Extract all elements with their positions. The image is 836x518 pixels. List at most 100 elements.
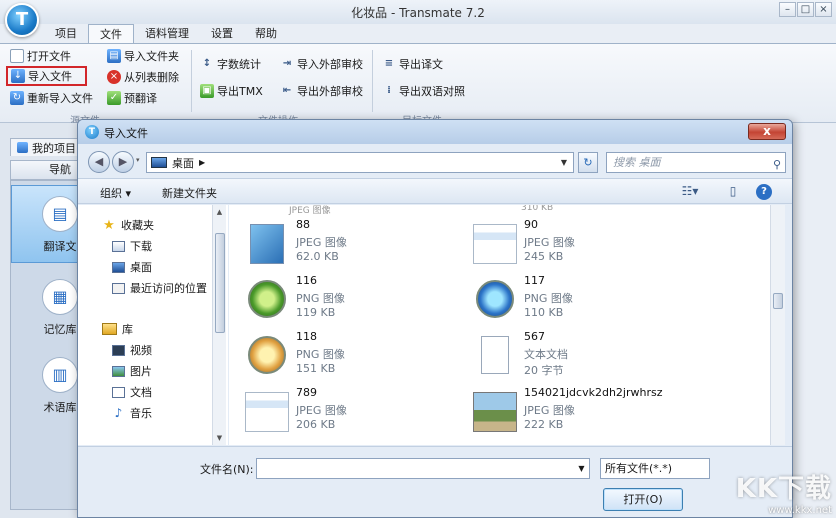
file-item[interactable]: 116 PNG 图像 119 KB (245, 274, 475, 328)
back-button[interactable]: ◀ (88, 151, 110, 173)
tab-project[interactable]: 项目 (44, 24, 88, 44)
tree-scroll-thumb[interactable] (215, 233, 225, 333)
image-thumbnail (473, 224, 517, 264)
export-translation-label: 导出译文 (399, 58, 443, 71)
export-external-review-button[interactable]: ⇤ 导出外部审校 (280, 83, 363, 99)
menu-tabs: 项目 文件 语料管理 设置 帮助 (44, 24, 288, 44)
file-item[interactable]: 118 PNG 图像 151 KB (245, 330, 475, 384)
downloads-icon (112, 240, 125, 252)
tab-settings[interactable]: 设置 (200, 24, 244, 44)
back-arrow-icon: ◀ (94, 155, 104, 168)
refresh-button[interactable]: ↻ (578, 152, 598, 173)
import-external-review-button[interactable]: ⇥ 导入外部审校 (280, 56, 363, 72)
export-translation-icon: ≡ (384, 58, 394, 69)
forward-button[interactable]: ▶ (112, 151, 134, 173)
minimize-icon[interactable]: – (779, 2, 796, 17)
export-bilingual-button[interactable]: ⁞ 导出双语对照 (382, 83, 465, 99)
file-item[interactable]: 90 JPEG 图像 245 KB (473, 218, 703, 272)
import-folder-button[interactable]: ▤ 导入文件夹 (107, 48, 179, 64)
file-item[interactable]: 567 文本文档 20 字节 (473, 330, 703, 384)
file-item[interactable]: 88 JPEG 图像 62.0 KB (245, 218, 475, 272)
preview-pane-icon[interactable]: ▯ (724, 183, 742, 200)
watermark-logo: KK下载 (735, 474, 832, 504)
tree-pictures[interactable]: 图片 (112, 361, 152, 381)
tree-desktop[interactable]: 桌面 (112, 257, 152, 277)
file-size: 62.0 KB (296, 250, 339, 263)
clipped-row-size: 310 KB (521, 205, 554, 213)
ribbon-divider (191, 50, 192, 112)
address-bar[interactable]: 桌面 ▶ (146, 152, 574, 173)
app-titlebar: 化妆品 - Transmate 7.2 – □ × (0, 0, 836, 24)
image-thumbnail (476, 280, 514, 318)
remove-from-list-button[interactable]: × 从列表删除 (107, 69, 179, 85)
import-external-review-label: 导入外部审校 (297, 58, 363, 71)
new-folder-button[interactable]: 新建文件夹 (162, 185, 217, 201)
export-external-review-label: 导出外部审校 (297, 85, 363, 98)
tree-videos[interactable]: 视频 (112, 340, 152, 360)
file-size: 119 KB (296, 306, 336, 319)
tree-music[interactable]: ♪ 音乐 (112, 403, 152, 423)
address-dropdown-icon[interactable]: ▼ (556, 153, 572, 172)
import-file-dialog: T 导入文件 x ◀ ▶ ▾ 桌面 ▶ ▼ ↻ 搜索 桌面 ⚲ 组织 ▾ 新建文… (77, 119, 793, 518)
tree-downloads[interactable]: 下载 (112, 236, 152, 256)
file-list: JPEG 图像 310 KB 88 JPEG 图像 62.0 KB 90 JPE… (229, 205, 785, 445)
tree-recent-label: 最近访问的位置 (130, 282, 207, 295)
dialog-close-button[interactable]: x (748, 123, 786, 140)
export-tmx-icon: ▣ (200, 84, 214, 98)
filename-input[interactable] (256, 458, 590, 479)
filetype-select[interactable]: 所有文件(*.*) (600, 458, 710, 479)
tree-libraries[interactable]: 库 (102, 319, 133, 339)
file-name: 90 (524, 218, 538, 231)
file-item[interactable]: 117 PNG 图像 110 KB (473, 274, 703, 328)
library-icon (102, 323, 117, 335)
maximize-icon[interactable]: □ (797, 2, 814, 17)
tab-help[interactable]: 帮助 (244, 24, 288, 44)
open-file-button[interactable]: 打开文件 (10, 48, 71, 64)
search-icon[interactable]: ⚲ (773, 155, 781, 174)
tree-scrollbar[interactable]: ▲ ▼ (212, 205, 226, 445)
tree-recent[interactable]: 最近访问的位置 (112, 278, 207, 298)
view-options-icon[interactable]: ☷▾ (676, 183, 704, 200)
file-list-scrollbar[interactable] (770, 205, 785, 445)
dialog-toolbar: 组织 ▾ 新建文件夹 ☷▾ ▯ ? (78, 178, 792, 204)
file-size: 206 KB (296, 418, 336, 431)
file-list-scroll-thumb[interactable] (773, 293, 783, 309)
file-name: 154021jdcvk2dh2jrwhrsz (524, 386, 663, 399)
word-count-button[interactable]: ↕ 字数统计 (200, 56, 261, 72)
file-type: JPEG 图像 (524, 404, 575, 417)
close-icon[interactable]: × (815, 2, 832, 17)
file-name: 789 (296, 386, 317, 399)
address-row: ◀ ▶ ▾ 桌面 ▶ ▼ ↻ 搜索 桌面 ⚲ (78, 148, 792, 176)
pretranslate-label: 预翻译 (124, 92, 157, 105)
import-file-button[interactable]: ↓ 导入文件 (6, 66, 87, 86)
file-item[interactable]: 789 JPEG 图像 206 KB (245, 386, 475, 440)
file-name: 116 (296, 274, 317, 287)
tab-corpus[interactable]: 语料管理 (134, 24, 200, 44)
file-size: 222 KB (524, 418, 564, 431)
star-icon: ★ (103, 217, 115, 233)
file-item[interactable]: 154021jdcvk2dh2jrwhrsz JPEG 图像 222 KB (473, 386, 773, 440)
organize-button[interactable]: 组织 ▾ (100, 185, 131, 201)
search-input[interactable]: 搜索 桌面 ⚲ (606, 152, 786, 173)
reimport-file-button[interactable]: ↻ 重新导入文件 (10, 90, 93, 106)
tree-favorites[interactable]: ★ 收藏夹 (102, 215, 154, 235)
tab-file[interactable]: 文件 (88, 24, 134, 44)
remove-from-list-label: 从列表删除 (124, 71, 179, 84)
recent-places-icon (112, 282, 125, 294)
export-translation-button[interactable]: ≡ 导出译文 (382, 56, 443, 72)
image-thumbnail (248, 280, 286, 318)
scroll-up-icon[interactable]: ▲ (213, 205, 226, 219)
export-review-icon: ⇤ (282, 85, 292, 96)
open-button[interactable]: 打开(O) (603, 488, 683, 511)
pretranslate-button[interactable]: ✓ 预翻译 (107, 90, 157, 106)
history-chevron-icon[interactable]: ▾ (136, 156, 140, 164)
termbase-icon: ▥ (42, 357, 78, 393)
scroll-down-icon[interactable]: ▼ (213, 431, 226, 445)
tree-documents[interactable]: 文档 (112, 382, 152, 402)
app-logo[interactable]: T (5, 3, 39, 37)
export-tmx-button[interactable]: ▣ 导出TMX (200, 83, 263, 99)
filename-dropdown-icon[interactable]: ▼ (574, 459, 589, 478)
breadcrumb-arrow-icon[interactable]: ▶ (199, 158, 205, 167)
help-icon[interactable]: ? (756, 184, 772, 200)
desktop-icon (112, 261, 125, 273)
